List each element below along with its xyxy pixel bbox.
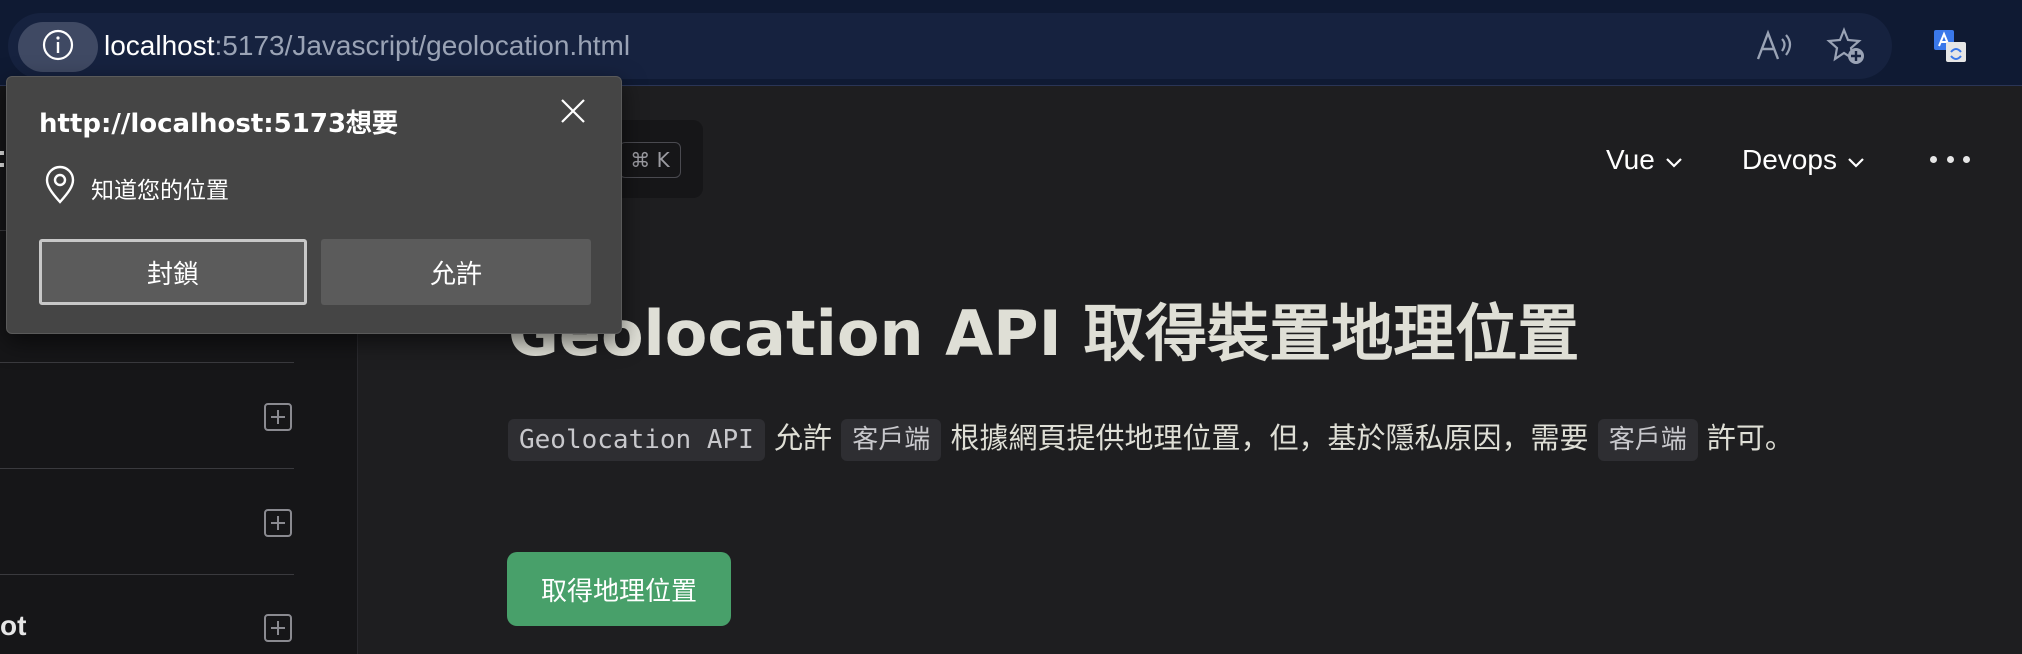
chevron-down-icon [1847, 144, 1865, 176]
site-info-button[interactable] [18, 22, 98, 72]
translate-icon[interactable] [1928, 24, 1972, 68]
inline-code: 客戶端 [1597, 419, 1698, 461]
url-host: localhost [104, 30, 215, 61]
nav-vue[interactable]: Vue [1606, 140, 1683, 180]
sidebar-divider [0, 468, 294, 469]
expand-icon[interactable] [264, 509, 292, 537]
get-location-button[interactable]: 取得地理位置 [507, 552, 731, 626]
nav-label: Devops [1742, 144, 1837, 175]
intro-text: 允許 [764, 421, 842, 455]
expand-icon[interactable] [264, 403, 292, 431]
close-icon[interactable] [553, 91, 593, 131]
permission-popup: http://localhost:5173想要 知道您的位置 封鎖 允許 [6, 76, 622, 334]
inline-code: 客戶端 [841, 419, 942, 461]
search-shortcut: ⌘ K [619, 142, 681, 178]
expand-icon[interactable] [264, 614, 292, 642]
url-path: :5173/Javascript/geolocation.html [214, 30, 631, 61]
sidebar-divider [0, 362, 294, 363]
nav-devops[interactable]: Devops [1742, 140, 1865, 180]
popup-title: http://localhost:5173想要 [39, 109, 399, 139]
inline-code: Geolocation API [508, 419, 765, 461]
block-button[interactable]: 封鎖 [39, 239, 307, 305]
intro-text: 許可。 [1697, 421, 1794, 455]
read-aloud-icon[interactable] [1752, 24, 1796, 68]
info-icon [41, 28, 75, 66]
intro-text: 根據網頁提供地理位置，但，基於隱私原因，需要 [941, 421, 1598, 455]
intro-paragraph: Geolocation API 允許 客戶端 根據網頁提供地理位置，但，基於隱私… [508, 410, 1878, 469]
more-menu-button[interactable] [1930, 146, 1970, 172]
add-favorite-icon[interactable] [1824, 24, 1868, 68]
sidebar-item-label[interactable]: ot [0, 610, 26, 642]
permission-text: 知道您的位置 [91, 178, 229, 204]
dot [1963, 155, 1970, 163]
browser-toolbar: localhost:5173/Javascript/geolocation.ht… [0, 0, 2022, 86]
sidebar-divider [0, 574, 294, 575]
nav-label: Vue [1606, 144, 1655, 175]
chevron-down-icon [1665, 144, 1683, 176]
page-title: Geolocation API 取得裝置地理位置 [508, 297, 1580, 370]
location-pin-icon [43, 165, 77, 205]
dot [1946, 155, 1954, 163]
url-text[interactable]: localhost:5173/Javascript/geolocation.ht… [104, 28, 630, 64]
allow-button[interactable]: 允許 [321, 239, 591, 305]
dot [1930, 155, 1937, 163]
